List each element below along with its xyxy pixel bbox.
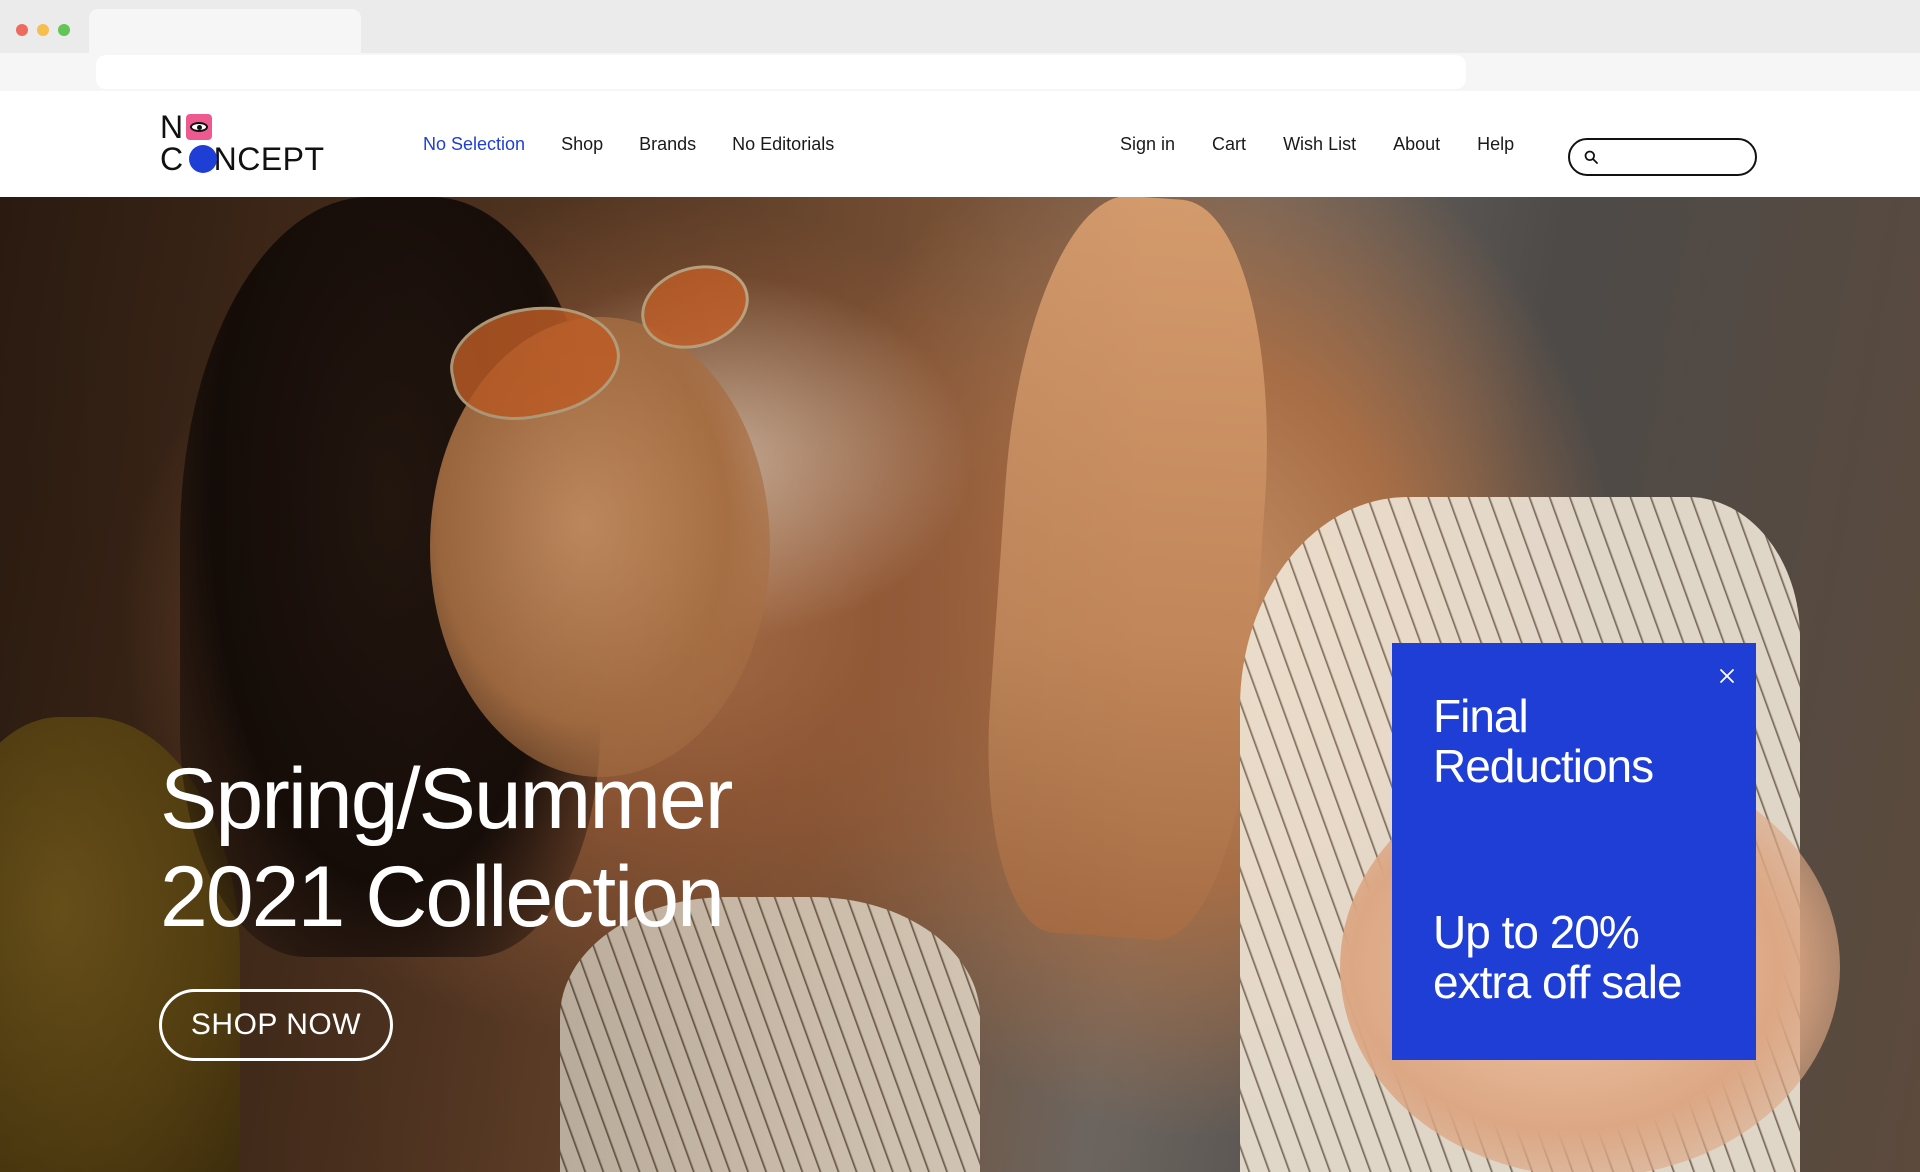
primary-nav: No Selection Shop Brands No Editorials: [423, 91, 834, 197]
logo-line-2: C NCEPT: [160, 143, 325, 175]
minimize-window-button[interactable]: [37, 24, 49, 36]
logo[interactable]: N CNCEPT NO CONCEPT: [160, 111, 330, 177]
hero-title-line-1: Spring/Summer: [160, 751, 733, 847]
nav-sign-in[interactable]: Sign in: [1120, 134, 1175, 155]
promo-title-line-2: Reductions: [1433, 740, 1654, 792]
promo-offer-line-1: Up to 20%: [1433, 906, 1640, 958]
search-icon: [1584, 150, 1598, 164]
eye-icon: [186, 114, 212, 140]
eye-icon-outline: [190, 122, 208, 132]
logo-dot: [189, 145, 217, 173]
nav-wish-list[interactable]: Wish List: [1283, 134, 1356, 155]
close-icon[interactable]: [1714, 663, 1740, 689]
shop-now-button[interactable]: SHOP NOW: [159, 989, 393, 1061]
nav-brands[interactable]: Brands: [639, 134, 696, 155]
close-window-button[interactable]: [16, 24, 28, 36]
logo-line-1: N: [160, 111, 183, 143]
maximize-window-button[interactable]: [58, 24, 70, 36]
browser-chrome: [0, 0, 1920, 91]
search-input[interactable]: [1606, 144, 1746, 170]
promo-offer-line-2: extra off sale: [1433, 956, 1683, 1008]
nav-no-selection[interactable]: No Selection: [423, 134, 525, 155]
logo-letter-c: C: [160, 141, 184, 177]
eye-icon-pupil: [197, 125, 202, 130]
secondary-nav: Sign in Cart Wish List About Help: [1120, 91, 1514, 197]
promo-offer: Up to 20% extra off sale: [1433, 907, 1753, 1007]
nav-shop[interactable]: Shop: [561, 134, 603, 155]
logo-letters-ncept: NCEPT: [213, 141, 325, 177]
logo-letter-n: N: [160, 109, 184, 145]
nav-cart[interactable]: Cart: [1212, 134, 1246, 155]
promo-title-line-1: Final: [1433, 690, 1529, 742]
nav-help[interactable]: Help: [1477, 134, 1514, 155]
promo-title: Final Reductions: [1433, 691, 1733, 791]
site-header: N CNCEPT NO CONCEPT No Selection Shop Br…: [0, 91, 1920, 197]
search-box[interactable]: [1568, 138, 1757, 176]
nav-about[interactable]: About: [1393, 134, 1440, 155]
promo-card[interactable]: Final Reductions Up to 20% extra off sal…: [1392, 643, 1756, 1060]
hero-title-line-2: 2021 Collection: [160, 849, 725, 945]
hero-title: Spring/Summer 2021 Collection: [160, 750, 880, 946]
nav-no-editorials[interactable]: No Editorials: [732, 134, 834, 155]
browser-tab[interactable]: [89, 9, 361, 55]
address-bar[interactable]: [96, 55, 1466, 89]
